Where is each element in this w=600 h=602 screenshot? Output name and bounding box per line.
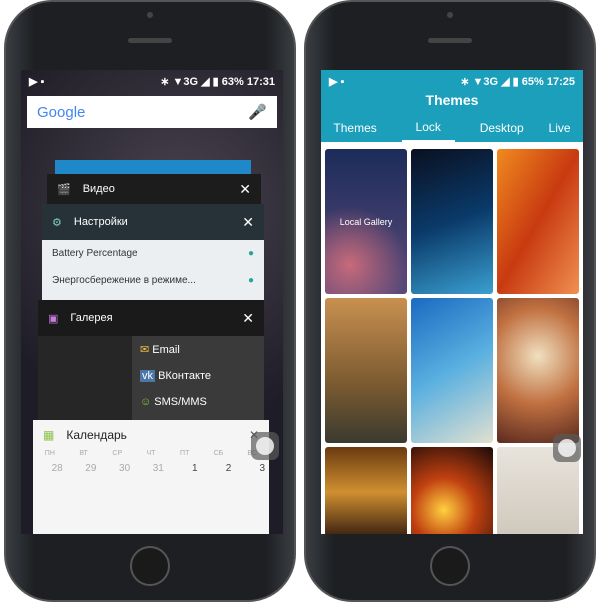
card-title: Видео bbox=[82, 183, 115, 195]
network-label: 3G bbox=[483, 75, 499, 88]
gear-icon: ⚙ bbox=[52, 216, 62, 229]
toggle-on[interactable]: ● bbox=[248, 275, 254, 286]
left-phone: ▶ ▪ ∗ ▼3G ◢ ▮ 63% 17:31 Google 🎤 🎬 Видео ✕… bbox=[4, 0, 296, 602]
toggle-on[interactable]: ● bbox=[248, 248, 254, 259]
card-title: Календарь bbox=[66, 428, 127, 442]
status-bar: ▶ ▪ ∗ ▼3G ◢ ▮ 65% 17:25 bbox=[329, 75, 575, 88]
bluetooth-icon: ∗ ▼ bbox=[460, 75, 484, 88]
page-title: Themes bbox=[425, 92, 479, 108]
vk-icon: vk bbox=[140, 370, 155, 382]
wallpaper-thumbnail[interactable] bbox=[325, 298, 407, 443]
speaker bbox=[428, 38, 472, 43]
settings-row: Энергосбережение в режиме... ● bbox=[52, 275, 254, 286]
notification-icons: ▶ ▪ bbox=[329, 75, 345, 88]
tab-bar: Themes Lock Desktop Live bbox=[321, 114, 583, 142]
bluetooth-icon: ∗ ▼ bbox=[160, 75, 184, 88]
wallpaper-thumbnail[interactable] bbox=[497, 149, 579, 294]
wallpaper-thumbnail[interactable] bbox=[411, 149, 493, 294]
status-bar: ▶ ▪ ∗ ▼3G ◢ ▮ 63% 17:31 bbox=[29, 75, 275, 88]
clock: 17:25 bbox=[546, 75, 575, 88]
wallpaper-local-gallery[interactable]: Local Gallery bbox=[325, 149, 407, 294]
gallery-icon: ▣ bbox=[48, 312, 59, 325]
tab-lock[interactable]: Lock bbox=[401, 114, 455, 142]
card-title: Настройки bbox=[73, 216, 128, 228]
mic-icon[interactable]: 🎤 bbox=[248, 103, 267, 121]
settings-preview: Battery Percentage ● Энергосбережение в р… bbox=[42, 240, 264, 300]
wallpaper-thumbnail[interactable] bbox=[325, 447, 407, 534]
google-logo: Google bbox=[37, 103, 86, 121]
wallpaper-thumbnail[interactable] bbox=[411, 298, 493, 443]
right-phone: ▶ ▪ ∗ ▼3G ◢ ▮ 65% 17:25 Themes Themes Lo… bbox=[304, 0, 596, 602]
video-clapper-icon: 🎬 bbox=[57, 183, 71, 196]
tab-themes[interactable]: Themes bbox=[333, 121, 376, 135]
battery-level: 63% bbox=[221, 75, 244, 88]
battery-level: 65% bbox=[521, 75, 544, 88]
card-title: Галерея bbox=[70, 312, 113, 324]
recent-card-settings[interactable]: ⚙ Настройки ✕ bbox=[42, 204, 264, 240]
camera bbox=[147, 12, 153, 18]
calendar-weekdays: ПНВТСРЧТПТСБВС bbox=[44, 450, 257, 457]
recent-card-calendar[interactable]: ▦Календарь✕ ПНВТСРЧТПТСБВС 28293031123 bbox=[33, 420, 269, 534]
notification-icons: ▶ ▪ bbox=[29, 75, 45, 88]
settings-row: Battery Percentage ● bbox=[52, 248, 254, 259]
assistive-touch-button[interactable] bbox=[553, 434, 581, 462]
assistive-touch-button[interactable] bbox=[251, 432, 279, 460]
home-button[interactable] bbox=[430, 546, 470, 586]
calendar-dates: 28 29 30 31 1 2 3 bbox=[51, 463, 265, 474]
wallpaper-thumbnail[interactable] bbox=[497, 298, 579, 443]
share-item-vk[interactable]: vk ВКонтакте bbox=[132, 363, 264, 389]
email-icon: ✉ bbox=[140, 344, 150, 356]
sms-icon: ☺ bbox=[140, 396, 152, 408]
tab-live[interactable]: Live bbox=[549, 121, 571, 135]
camera bbox=[447, 12, 453, 18]
network-label: 3G bbox=[183, 75, 199, 88]
wallpaper-grid: Local Gallery bbox=[325, 149, 579, 534]
gallery-preview: ✉ Email vk ВКонтакте ☺ SMS/MMS bbox=[38, 336, 264, 431]
tab-desktop[interactable]: Desktop bbox=[480, 121, 524, 135]
recent-card-gallery[interactable]: ▣ Галерея ✕ bbox=[38, 300, 264, 336]
close-icon[interactable]: ✕ bbox=[239, 181, 251, 198]
google-search-bar[interactable]: Google 🎤 bbox=[27, 96, 277, 128]
recents-screen: ▶ ▪ ∗ ▼3G ◢ ▮ 63% 17:31 Google 🎤 🎬 Видео ✕… bbox=[21, 70, 283, 534]
home-button[interactable] bbox=[130, 546, 170, 586]
wallpaper-thumbnail[interactable] bbox=[411, 447, 493, 534]
share-menu: ✉ Email vk ВКонтакте ☺ SMS/MMS bbox=[132, 336, 264, 431]
themes-screen: ▶ ▪ ∗ ▼3G ◢ ▮ 65% 17:25 Themes Themes Lo… bbox=[321, 70, 583, 534]
share-item-email[interactable]: ✉ Email bbox=[132, 336, 264, 363]
app-header: ▶ ▪ ∗ ▼3G ◢ ▮ 65% 17:25 Themes Themes Lo… bbox=[321, 70, 583, 142]
recent-card-video[interactable]: 🎬 Видео ✕ bbox=[47, 174, 261, 204]
calendar-icon: ▦ bbox=[43, 428, 55, 442]
clock: 17:31 bbox=[246, 75, 275, 88]
close-icon[interactable]: ✕ bbox=[242, 310, 254, 327]
share-item-sms[interactable]: ☺ SMS/MMS bbox=[132, 389, 264, 415]
speaker bbox=[128, 38, 172, 43]
close-icon[interactable]: ✕ bbox=[242, 214, 254, 231]
